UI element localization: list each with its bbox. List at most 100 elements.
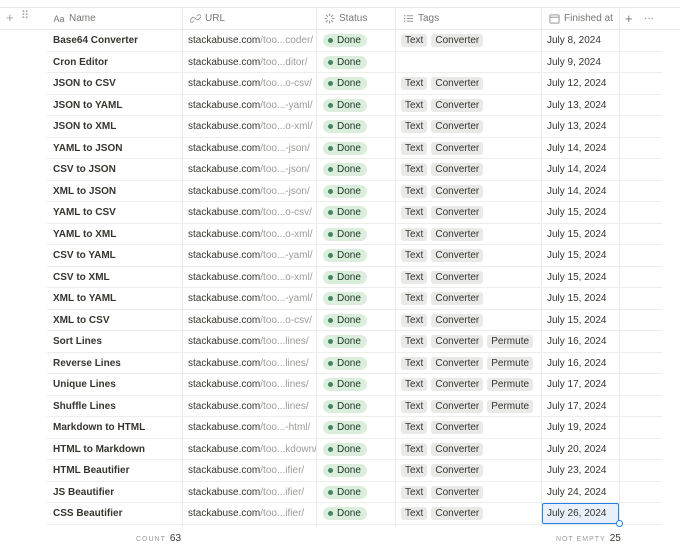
- name-cell[interactable]: CSV to XML: [47, 267, 182, 288]
- name-cell[interactable]: YAML to CSV: [47, 202, 182, 223]
- finished-at-cell[interactable]: July 15, 2024: [542, 310, 619, 331]
- finished-at-cell[interactable]: July 16, 2024: [542, 353, 619, 374]
- tags-cell[interactable]: Text Converter: [396, 417, 541, 438]
- tags-cell[interactable]: Text Converter: [396, 460, 541, 481]
- tags-cell[interactable]: Text Converter Permute: [396, 353, 541, 374]
- finished-at-cell[interactable]: July 17, 2024: [542, 374, 619, 395]
- finished-at-cell[interactable]: July 13, 2024: [542, 116, 619, 137]
- finished-at-cell[interactable]: July 16, 2024: [542, 331, 619, 352]
- finished-at-cell[interactable]: July 17, 2024: [542, 396, 619, 417]
- table-row[interactable]: Markdown to HTML stackabuse.com/too...-ht…: [47, 417, 662, 439]
- finished-at-cell[interactable]: July 14, 2024: [542, 138, 619, 159]
- status-cell[interactable]: Done: [317, 288, 395, 309]
- url-cell[interactable]: stackabuse.com/too...o-xml/: [183, 267, 316, 288]
- tags-cell[interactable]: Text Converter: [396, 159, 541, 180]
- finished-at-cell[interactable]: July 23, 2024: [542, 460, 619, 481]
- url-cell[interactable]: stackabuse.com/too...o-csv/: [183, 202, 316, 223]
- name-cell[interactable]: YAML to XML: [47, 224, 182, 245]
- tags-cell[interactable]: Text Converter: [396, 30, 541, 51]
- url-cell[interactable]: stackabuse.com/too...o-xml/: [183, 116, 316, 137]
- url-cell[interactable]: stackabuse.com/too...-json/: [183, 181, 316, 202]
- name-cell[interactable]: HTML to Markdown: [47, 439, 182, 460]
- finished-at-cell[interactable]: July 13, 2024: [542, 95, 619, 116]
- tags-cell[interactable]: Text Converter: [396, 138, 541, 159]
- finished-at-cell[interactable]: July 20, 2024: [542, 439, 619, 460]
- tags-cell[interactable]: Text Converter Permute: [396, 396, 541, 417]
- status-cell[interactable]: Done: [317, 224, 395, 245]
- name-cell[interactable]: XML to JSON: [47, 181, 182, 202]
- name-cell[interactable]: CSV to YAML: [47, 245, 182, 266]
- url-cell[interactable]: stackabuse.com/too...ifier/: [183, 482, 316, 503]
- status-cell[interactable]: Done: [317, 353, 395, 374]
- name-cell[interactable]: Unique Lines: [47, 374, 182, 395]
- tags-cell[interactable]: Text Converter: [396, 95, 541, 116]
- url-cell[interactable]: stackabuse.com/too...lines/: [183, 374, 316, 395]
- status-cell[interactable]: Done: [317, 331, 395, 352]
- more-options-button[interactable]: ···: [642, 8, 660, 29]
- table-row[interactable]: HTML Beautifier stackabuse.com/too...ifie…: [47, 460, 662, 482]
- name-cell[interactable]: YAML to JSON: [47, 138, 182, 159]
- url-cell[interactable]: stackabuse.com/too...o-csv/: [183, 73, 316, 94]
- name-cell[interactable]: Markdown to HTML: [47, 417, 182, 438]
- url-cell[interactable]: stackabuse.com/too...-json/: [183, 138, 316, 159]
- table-row[interactable]: Cron Editor stackabuse.com/too...ditor/Do…: [47, 52, 662, 73]
- column-header-finished-at[interactable]: Finished at: [542, 8, 620, 29]
- name-cell[interactable]: Shuffle Lines: [47, 396, 182, 417]
- count-summary[interactable]: COUNT 63: [136, 533, 181, 544]
- status-cell[interactable]: Done: [317, 439, 395, 460]
- tags-cell[interactable]: Text Converter: [396, 181, 541, 202]
- tags-cell[interactable]: Text Converter: [396, 224, 541, 245]
- column-header-name[interactable]: Aa Name: [47, 8, 183, 29]
- table-row[interactable]: CSV to XML stackabuse.com/too...o-xml/Don…: [47, 267, 662, 288]
- column-header-url[interactable]: URL: [183, 8, 317, 29]
- table-row[interactable]: JS Beautifier stackabuse.com/too...ifier/…: [47, 482, 662, 503]
- status-cell[interactable]: Done: [317, 482, 395, 503]
- status-cell[interactable]: Done: [317, 52, 395, 73]
- table-row[interactable]: HTML to Markdown stackabuse.com/too...kdo…: [47, 439, 662, 460]
- finished-at-cell[interactable]: July 26, 2024: [542, 503, 619, 524]
- name-cell[interactable]: JSON to YAML: [47, 95, 182, 116]
- tags-cell[interactable]: [396, 52, 541, 73]
- table-row[interactable]: Reverse Lines stackabuse.com/too...lines/…: [47, 353, 662, 374]
- name-cell[interactable]: CSV to JSON: [47, 159, 182, 180]
- name-cell[interactable]: XML to CSV: [47, 310, 182, 331]
- table-row[interactable]: JSON to CSV stackabuse.com/too...o-csv/Do…: [47, 73, 662, 95]
- url-cell[interactable]: stackabuse.com/too...-yaml/: [183, 95, 316, 116]
- status-cell[interactable]: Done: [317, 503, 395, 524]
- name-cell[interactable]: XML to YAML: [47, 288, 182, 309]
- status-cell[interactable]: Done: [317, 30, 395, 51]
- name-cell[interactable]: Base64 Converter: [47, 30, 182, 51]
- url-cell[interactable]: stackabuse.com/too...kdown/: [183, 439, 316, 460]
- tags-cell[interactable]: Text Converter: [396, 73, 541, 94]
- tags-cell[interactable]: Text Converter: [396, 439, 541, 460]
- tags-cell[interactable]: Text Converter: [396, 288, 541, 309]
- status-cell[interactable]: Done: [317, 374, 395, 395]
- table-row[interactable]: XML to CSV stackabuse.com/too...o-csv/Don…: [47, 310, 662, 331]
- name-cell[interactable]: JS Beautifier: [47, 482, 182, 503]
- url-cell[interactable]: stackabuse.com/too...ifier/: [183, 503, 316, 524]
- status-cell[interactable]: Done: [317, 95, 395, 116]
- name-cell[interactable]: Cron Editor: [47, 52, 182, 73]
- selection-handle[interactable]: [616, 520, 623, 527]
- status-cell[interactable]: Done: [317, 310, 395, 331]
- table-row[interactable]: JSON to XML stackabuse.com/too...o-xml/Do…: [47, 116, 662, 138]
- tags-cell[interactable]: Text Converter: [396, 310, 541, 331]
- url-cell[interactable]: stackabuse.com/too...-json/: [183, 159, 316, 180]
- column-header-status[interactable]: Status: [317, 8, 396, 29]
- finished-at-cell[interactable]: July 14, 2024: [542, 159, 619, 180]
- finished-at-cell[interactable]: July 12, 2024: [542, 73, 619, 94]
- finished-at-cell[interactable]: July 15, 2024: [542, 224, 619, 245]
- table-row[interactable]: CSV to JSON stackabuse.com/too...-json/Do…: [47, 159, 662, 181]
- status-cell[interactable]: Done: [317, 417, 395, 438]
- table-row[interactable]: Shuffle Lines stackabuse.com/too...lines/…: [47, 396, 662, 417]
- table-row[interactable]: CSV to YAML stackabuse.com/too...-yaml/Do…: [47, 245, 662, 267]
- status-cell[interactable]: Done: [317, 73, 395, 94]
- tags-cell[interactable]: Text Converter: [396, 116, 541, 137]
- status-cell[interactable]: Done: [317, 138, 395, 159]
- finished-at-cell[interactable]: July 15, 2024: [542, 202, 619, 223]
- table-row[interactable]: Base64 Converter stackabuse.com/too...cod…: [47, 30, 662, 52]
- not-empty-summary[interactable]: NOT EMPTY 25: [556, 533, 621, 544]
- column-header-tags[interactable]: Tags: [396, 8, 542, 29]
- finished-at-cell[interactable]: July 24, 2024: [542, 482, 619, 503]
- url-cell[interactable]: stackabuse.com/too...coder/: [183, 30, 316, 51]
